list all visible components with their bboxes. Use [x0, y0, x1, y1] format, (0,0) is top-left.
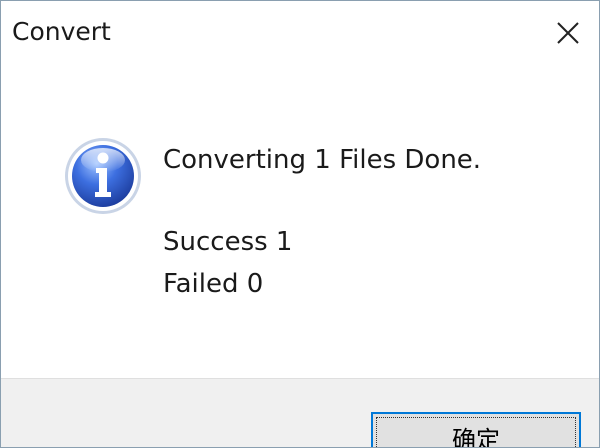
status-message: Converting 1 Files Done.: [163, 145, 482, 175]
dialog-footer: 确定: [1, 378, 599, 448]
ok-button-label: 确定: [452, 426, 500, 448]
dialog-title: Convert: [12, 17, 111, 46]
success-count: Success 1: [163, 227, 293, 257]
close-icon: [557, 22, 579, 44]
info-icon: [65, 138, 141, 214]
close-button[interactable]: [537, 1, 599, 65]
failed-count: Failed 0: [163, 269, 264, 299]
convert-dialog: Convert Converting 1 Files Done. Success…: [0, 0, 600, 448]
title-bar: Convert: [1, 1, 599, 65]
ok-button[interactable]: 确定: [371, 412, 581, 448]
dialog-content: Converting 1 Files Done. Success 1 Faile…: [1, 65, 599, 378]
